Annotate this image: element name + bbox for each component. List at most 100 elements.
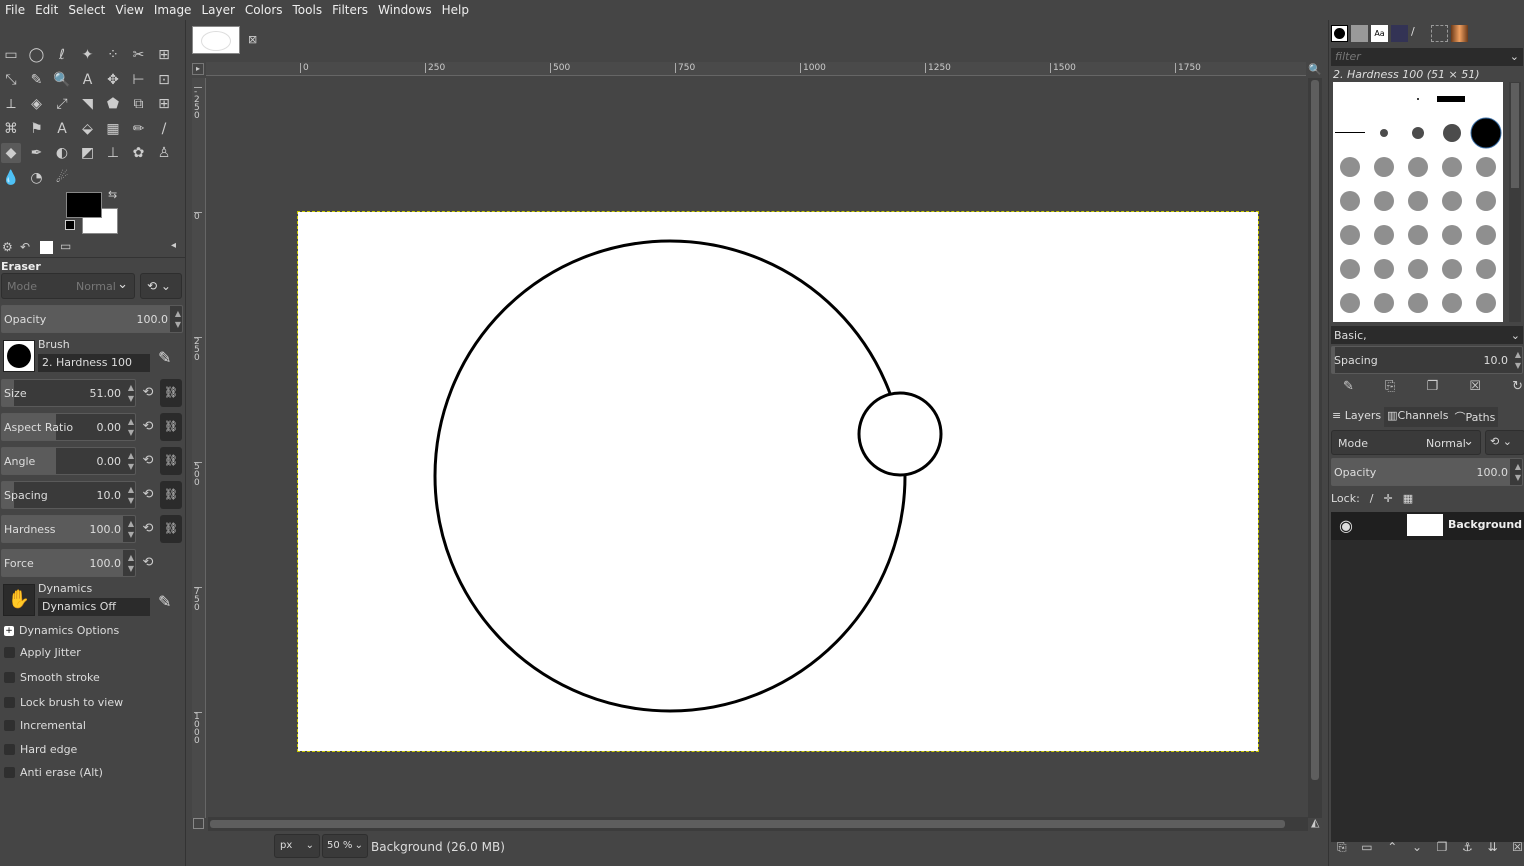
brush-thumb[interactable] — [1408, 259, 1428, 279]
brush-thumb[interactable] — [1476, 259, 1496, 279]
brush-thumb[interactable] — [1442, 225, 1462, 245]
bucket-fill-tool-icon[interactable]: ⬙ — [78, 119, 98, 139]
brush-thumb[interactable] — [1408, 157, 1428, 177]
select-by-color-tool-icon[interactable]: ⁘ — [103, 45, 123, 65]
swap-colors-icon[interactable]: ⇆ — [108, 188, 117, 201]
zoom-tool-icon[interactable]: 🔍 — [52, 70, 72, 90]
anchor-layer-icon[interactable]: ⚓ — [1462, 840, 1473, 855]
blur-tool-icon[interactable]: 💧 — [1, 168, 21, 188]
device-status-tab-icon[interactable]: ▭ — [60, 239, 71, 253]
spin-arrows[interactable]: ▲ ▼ — [1515, 349, 1521, 371]
duplicate-layer-icon[interactable]: ❐ — [1437, 840, 1448, 855]
foreground-select-tool-icon[interactable]: ⊞ — [154, 45, 174, 65]
checkbox-4[interactable]: Hard edge — [4, 743, 77, 756]
brush-thumb[interactable] — [1335, 132, 1365, 133]
eye-icon[interactable]: ◉ — [1339, 516, 1353, 535]
new-layer-icon[interactable]: ⎘ — [1337, 840, 1347, 855]
menu-filters[interactable]: Filters — [327, 3, 373, 17]
ellipse-select-tool-icon[interactable]: ◯ — [27, 45, 47, 65]
angle-slider[interactable]: Angle 0.00 ▲ ▼ — [1, 447, 136, 475]
palettes-tab[interactable] — [1391, 25, 1408, 42]
zoom-select[interactable]: 50 % ⌄ — [322, 834, 368, 858]
brush-thumb[interactable] — [1443, 124, 1461, 142]
spacing-slider[interactable]: Spacing 10.0 ▲ ▼ — [1, 481, 136, 509]
layer-row[interactable]: ◉ Background — [1331, 512, 1524, 540]
menu-edit[interactable]: Edit — [30, 3, 63, 17]
ink-tool-icon[interactable]: ◐ — [52, 143, 72, 163]
brush-thumb[interactable] — [1417, 98, 1419, 100]
checkbox-box[interactable] — [4, 720, 15, 731]
spin-arrows[interactable]: ▲ ▼ — [128, 382, 134, 404]
navigate-icon[interactable]: ◭ — [1311, 816, 1319, 829]
brush-thumb[interactable] — [1442, 157, 1462, 177]
new-brush-icon[interactable]: ⎘ — [1385, 379, 1395, 394]
brush-thumb[interactable] — [1408, 191, 1428, 211]
undo-history-tab-icon[interactable]: ↶ — [20, 240, 30, 254]
brush-thumb[interactable] — [1374, 259, 1394, 279]
reset-icon[interactable]: ⟲ — [140, 385, 156, 401]
close-tab-icon[interactable]: ⊠ — [248, 33, 257, 46]
fonts-tab[interactable]: Aa — [1371, 25, 1388, 42]
crop-tool-icon[interactable]: ⊡ — [154, 70, 174, 90]
warp-tool-icon[interactable]: ⚑ — [27, 119, 47, 139]
color-picker-tool-icon[interactable]: ✎ — [27, 70, 47, 90]
link-icon[interactable]: ⛓ — [160, 413, 182, 441]
smudge-tool-icon[interactable]: ◔ — [27, 168, 47, 188]
crop-transform-tool-icon[interactable]: ⤡ — [1, 70, 21, 90]
opacity-slider[interactable]: Opacity 100.0 ▲ ▼ — [1, 305, 183, 333]
raise-layer-icon[interactable]: ⌃ — [1387, 840, 1397, 855]
reset-icon[interactable]: ⟲ — [140, 419, 156, 435]
airbrush-tool-icon[interactable]: ✒ — [27, 143, 47, 163]
brush-tag-select[interactable]: Basic, ⌄ — [1331, 326, 1523, 344]
brush-thumb[interactable] — [1340, 225, 1360, 245]
menu-image[interactable]: Image — [149, 3, 197, 17]
menu-help[interactable]: Help — [437, 3, 474, 17]
clone-tool-icon[interactable]: ⊥ — [103, 143, 123, 163]
vertical-ruler[interactable]: -250 0 250 500 750 1000 — [192, 78, 206, 818]
refresh-brushes-icon[interactable]: ↻ — [1512, 379, 1523, 394]
paintbrush-tool-icon[interactable]: / — [154, 119, 174, 139]
quick-mask-corner[interactable]: ▸ — [192, 63, 204, 75]
image-tab[interactable] — [192, 26, 240, 54]
tool-options-tab-icon[interactable]: ⚙ — [2, 240, 13, 254]
menu-layer[interactable]: Layer — [196, 3, 239, 17]
layer-mode-select[interactable]: Mode Normal ⌄ — [1331, 430, 1481, 455]
link-icon[interactable]: ⛓ — [160, 447, 182, 475]
mode-select[interactable]: Mode Normal ⌄ — [1, 273, 135, 299]
perspective-clone-tool-icon[interactable]: ♙ — [154, 143, 174, 163]
brush-thumb[interactable] — [1412, 127, 1424, 139]
mypaint-tool-icon[interactable]: ◩ — [78, 143, 98, 163]
eraser-tool-icon[interactable]: ◆ — [1, 143, 21, 163]
patterns-tab[interactable] — [1351, 25, 1368, 42]
link-icon[interactable]: ⛓ — [160, 515, 182, 543]
brush-thumb[interactable] — [1374, 157, 1394, 177]
layer-name[interactable]: Background — [1448, 518, 1522, 531]
spin-arrows[interactable]: ▲ ▼ — [128, 552, 134, 574]
checkbox-box[interactable] — [4, 744, 15, 755]
link-icon[interactable]: ⛓ — [160, 379, 182, 407]
images-tab-icon[interactable] — [40, 241, 53, 254]
canvas[interactable] — [297, 211, 1259, 752]
edit-brush-icon[interactable]: ✎ — [1343, 379, 1354, 394]
brush-thumb[interactable] — [1374, 225, 1394, 245]
brush-thumb[interactable] — [1340, 293, 1360, 313]
toggle-quickmask[interactable] — [193, 818, 204, 829]
lock-pixels-icon[interactable]: / — [1370, 492, 1374, 505]
fuzzy-select-tool-icon[interactable]: ✦ — [78, 45, 98, 65]
menu-select[interactable]: Select — [63, 3, 110, 17]
checkbox-3[interactable]: Incremental — [4, 719, 86, 732]
lock-position-icon[interactable]: ✛ — [1384, 492, 1393, 505]
delete-brush-icon[interactable]: ☒ — [1469, 379, 1481, 394]
brush-thumb[interactable] — [1408, 293, 1428, 313]
menu-colors[interactable]: Colors — [240, 3, 288, 17]
brush-thumb[interactable] — [1380, 129, 1388, 137]
layer-opacity-slider[interactable]: Opacity 100.0 ▲ ▼ — [1331, 458, 1523, 486]
checkbox-1[interactable]: Smooth stroke — [4, 671, 100, 684]
reset-mode-button[interactable]: ⟲ ⌄ — [140, 273, 182, 299]
spin-arrows[interactable]: ▲ ▼ — [128, 416, 134, 438]
reset-icon[interactable]: ⟲ — [140, 453, 156, 469]
brush-grid-scrollbar[interactable] — [1509, 82, 1521, 322]
brush-thumb[interactable] — [1442, 191, 1462, 211]
dynamics-name-field[interactable]: Dynamics Off — [38, 598, 150, 616]
dodge-burn-tool-icon[interactable]: ☄ — [52, 168, 72, 188]
